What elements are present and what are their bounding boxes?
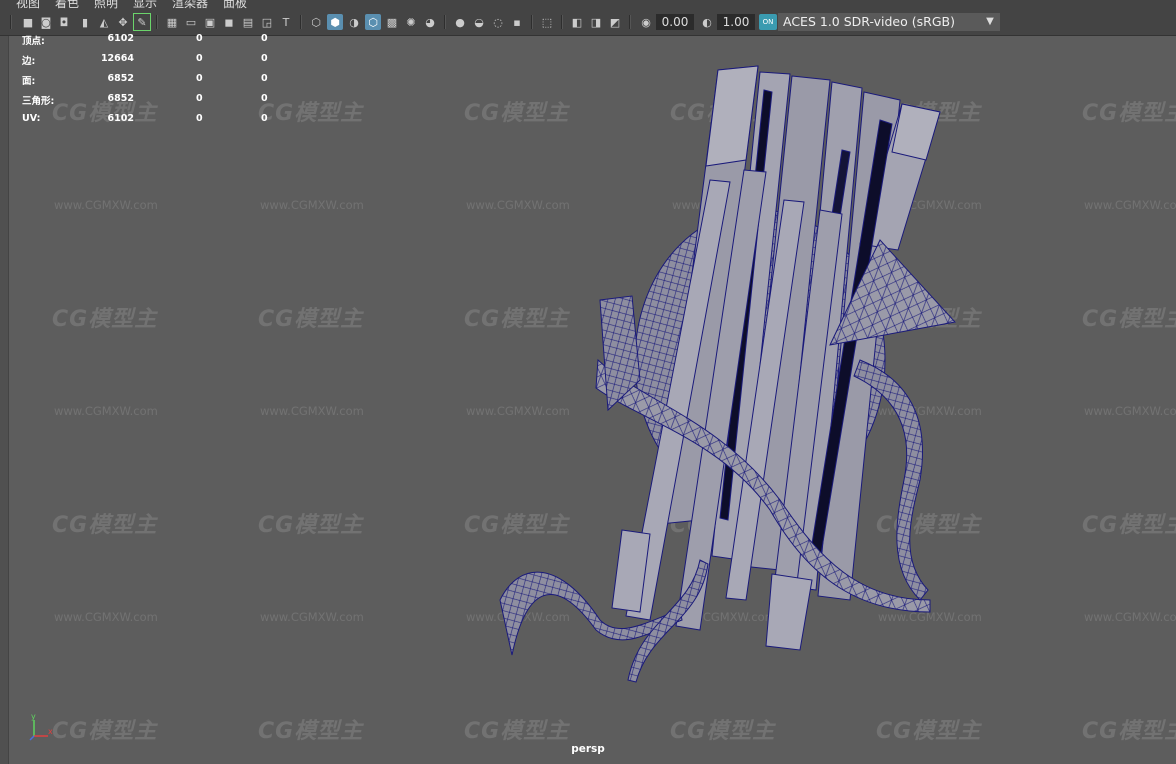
hud-value: 0 xyxy=(261,33,268,44)
hud-value: 0 xyxy=(196,53,203,64)
hud-value: 0 xyxy=(196,73,203,84)
model-body xyxy=(499,65,956,683)
axis-gizmo-icon: y x xyxy=(29,712,53,741)
hud-label-uvs: UV: xyxy=(22,113,41,124)
hud-value: 6852 xyxy=(107,93,134,104)
hud-value: 0 xyxy=(196,33,203,44)
hud-value: 0 xyxy=(261,93,268,104)
hud-value: 6852 xyxy=(107,73,134,84)
hud-value: 0 xyxy=(261,73,268,84)
hud-value: 0 xyxy=(196,113,203,124)
hud-value: 0 xyxy=(261,113,268,124)
hud-value: 0 xyxy=(196,93,203,104)
viewport-model[interactable] xyxy=(0,0,1176,764)
hud-label-triangles: 三角形: xyxy=(22,96,55,107)
hud-value: 6102 xyxy=(107,33,134,44)
hud-value: 0 xyxy=(261,53,268,64)
camera-label: persp xyxy=(571,743,605,755)
axis-x-label: x xyxy=(48,727,53,736)
hud-value: 6102 xyxy=(107,113,134,124)
hud-label-faces: 面: xyxy=(22,76,36,87)
axis-y-label: y xyxy=(31,712,36,721)
hud-label-vertices: 顶点: xyxy=(22,36,45,47)
hud-label-edges: 边: xyxy=(22,56,36,67)
hud-value: 12664 xyxy=(100,53,134,64)
